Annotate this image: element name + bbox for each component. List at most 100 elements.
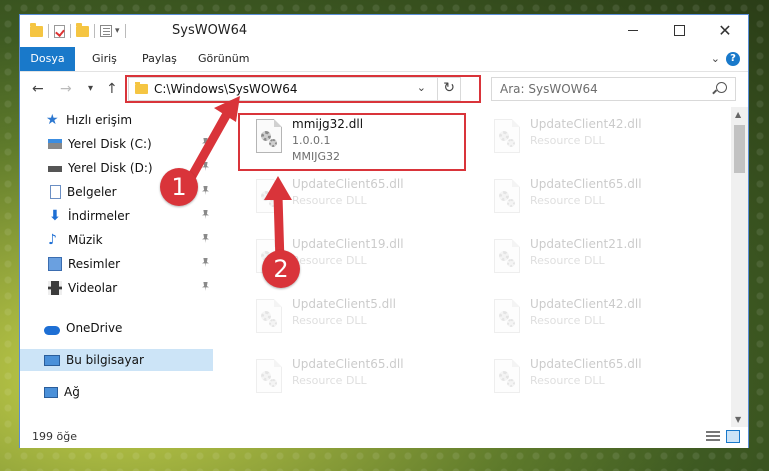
dll-file-icon (490, 119, 524, 159)
file-name: UpdateClient65.dll (530, 357, 642, 371)
pin-icon (202, 162, 209, 171)
tab-file[interactable]: Dosya (20, 47, 75, 71)
network-icon (44, 386, 58, 398)
file-description: Resource DLL (292, 374, 367, 387)
file-name: UpdateClient65.dll (292, 357, 404, 371)
tab-share[interactable]: Paylaş (142, 47, 177, 71)
vertical-scrollbar[interactable]: ▲ ▼ (731, 107, 748, 427)
customize-icon[interactable] (100, 25, 112, 37)
tiles-view-icon[interactable] (726, 430, 740, 443)
quick-access-toolbar: ▾ (30, 22, 131, 40)
minimize-button[interactable] (610, 15, 656, 46)
sidebar-item-label: Yerel Disk (C:) (68, 137, 152, 151)
dll-file-icon (490, 179, 524, 219)
drive-icon (48, 137, 62, 151)
file-tile[interactable]: UpdateClient42.dll Resource DLL (480, 293, 710, 349)
computer-icon (44, 354, 60, 366)
file-description: Resource DLL (292, 314, 367, 327)
status-bar: 199 öğe (20, 427, 748, 448)
sidebar-item-this-pc[interactable]: Bu bilgisayar (20, 349, 213, 371)
sidebar-item-videos[interactable]: Videolar (20, 277, 213, 299)
scroll-up-icon[interactable]: ▲ (735, 110, 741, 119)
pin-icon (202, 234, 209, 243)
sidebar-item-network[interactable]: Ağ (20, 381, 213, 403)
dll-file-icon (252, 179, 286, 219)
file-tile[interactable]: UpdateClient21.dll Resource DLL (480, 233, 710, 289)
star-icon: ★ (46, 112, 59, 128)
close-icon: ✕ (718, 20, 732, 40)
divider (94, 24, 95, 38)
close-button[interactable]: ✕ (702, 15, 748, 46)
file-explorer-window: ▾ SysWOW64 ✕ Dosya Giriş Paylaş Görünüm … (19, 14, 749, 448)
pin-icon (202, 210, 209, 219)
scrollbar-thumb[interactable] (734, 125, 745, 173)
properties-check-icon[interactable] (54, 24, 65, 38)
file-name: UpdateClient21.dll (530, 237, 642, 251)
drive-icon (48, 161, 62, 175)
item-count: 199 öğe (32, 430, 77, 443)
maximize-icon (673, 25, 685, 36)
scroll-down-icon[interactable]: ▼ (735, 415, 741, 424)
sidebar-item-pictures[interactable]: Resimler (20, 253, 213, 275)
sidebar-item-label: Belgeler (67, 185, 117, 199)
sidebar-item-music[interactable]: ♪ Müzik (20, 229, 213, 251)
sidebar-item-local-disk-c[interactable]: Yerel Disk (C:) (20, 133, 213, 155)
search-input[interactable]: Ara: SysWOW64 (491, 77, 736, 101)
search-icon[interactable] (716, 82, 727, 93)
sidebar-item-label: İndirmeler (68, 209, 130, 223)
sidebar-item-label: Yerel Disk (D:) (68, 161, 153, 175)
divider (70, 24, 71, 38)
minimize-icon (628, 30, 638, 31)
file-tile[interactable]: UpdateClient65.dll Resource DLL (242, 353, 472, 409)
pin-icon (202, 258, 209, 267)
file-tile[interactable]: UpdateClient5.dll Resource DLL (242, 293, 472, 349)
file-description: Resource DLL (530, 134, 605, 147)
tab-home[interactable]: Giriş (92, 47, 117, 71)
file-name: UpdateClient42.dll (530, 117, 642, 131)
help-button[interactable]: ? (726, 52, 740, 66)
dll-file-icon (490, 299, 524, 339)
file-description: Resource DLL (292, 254, 367, 267)
file-highlight-box (238, 113, 466, 171)
dll-file-icon (490, 239, 524, 279)
tab-view[interactable]: Görünüm (198, 47, 249, 71)
file-tile[interactable]: UpdateClient42.dll Resource DLL (480, 113, 710, 169)
pin-icon (202, 186, 209, 195)
quick-access-dropdown-icon[interactable]: ▾ (115, 26, 120, 36)
dll-file-icon (252, 299, 286, 339)
file-name: UpdateClient5.dll (292, 297, 396, 311)
file-tile[interactable]: UpdateClient65.dll Resource DLL (242, 173, 472, 229)
onedrive-icon (44, 325, 60, 335)
sidebar-item-quick-access[interactable]: ★ Hızlı erişim (20, 109, 213, 131)
sidebar-item-label: Hızlı erişim (66, 113, 133, 127)
expand-ribbon-icon[interactable]: ⌄ (711, 52, 720, 65)
file-tile[interactable]: UpdateClient65.dll Resource DLL (480, 173, 710, 229)
file-description: Resource DLL (530, 194, 605, 207)
videos-icon (48, 281, 62, 295)
recent-locations-button[interactable]: ▾ (88, 83, 93, 94)
new-folder-icon[interactable] (76, 22, 89, 37)
forward-button[interactable]: → (60, 81, 72, 97)
pin-icon (202, 282, 209, 291)
file-tile[interactable]: UpdateClient65.dll Resource DLL (480, 353, 710, 409)
sidebar-item-onedrive[interactable]: OneDrive (20, 317, 213, 339)
file-description: Resource DLL (530, 314, 605, 327)
navigation-pane: ★ Hızlı erişim Yerel Disk (C:) Yerel Dis… (20, 107, 213, 427)
downloads-icon: ⬇ (49, 208, 61, 224)
title-bar: ▾ SysWOW64 ✕ (20, 15, 748, 47)
callout-step-2: 2 (262, 250, 300, 288)
folder-icon[interactable] (30, 22, 43, 37)
details-view-icon[interactable] (706, 431, 720, 443)
documents-icon (50, 185, 61, 199)
file-name: UpdateClient65.dll (530, 177, 642, 191)
maximize-button[interactable] (656, 15, 702, 46)
music-icon: ♪ (48, 232, 57, 248)
sidebar-item-downloads[interactable]: ⬇ İndirmeler (20, 205, 213, 227)
back-button[interactable]: ← (32, 81, 44, 97)
dll-file-icon (490, 359, 524, 399)
divider (124, 24, 126, 38)
pictures-icon (48, 257, 62, 271)
search-placeholder: Ara: SysWOW64 (500, 82, 598, 96)
up-button[interactable]: ↑ (106, 81, 118, 97)
sidebar-item-label: Müzik (68, 233, 103, 247)
